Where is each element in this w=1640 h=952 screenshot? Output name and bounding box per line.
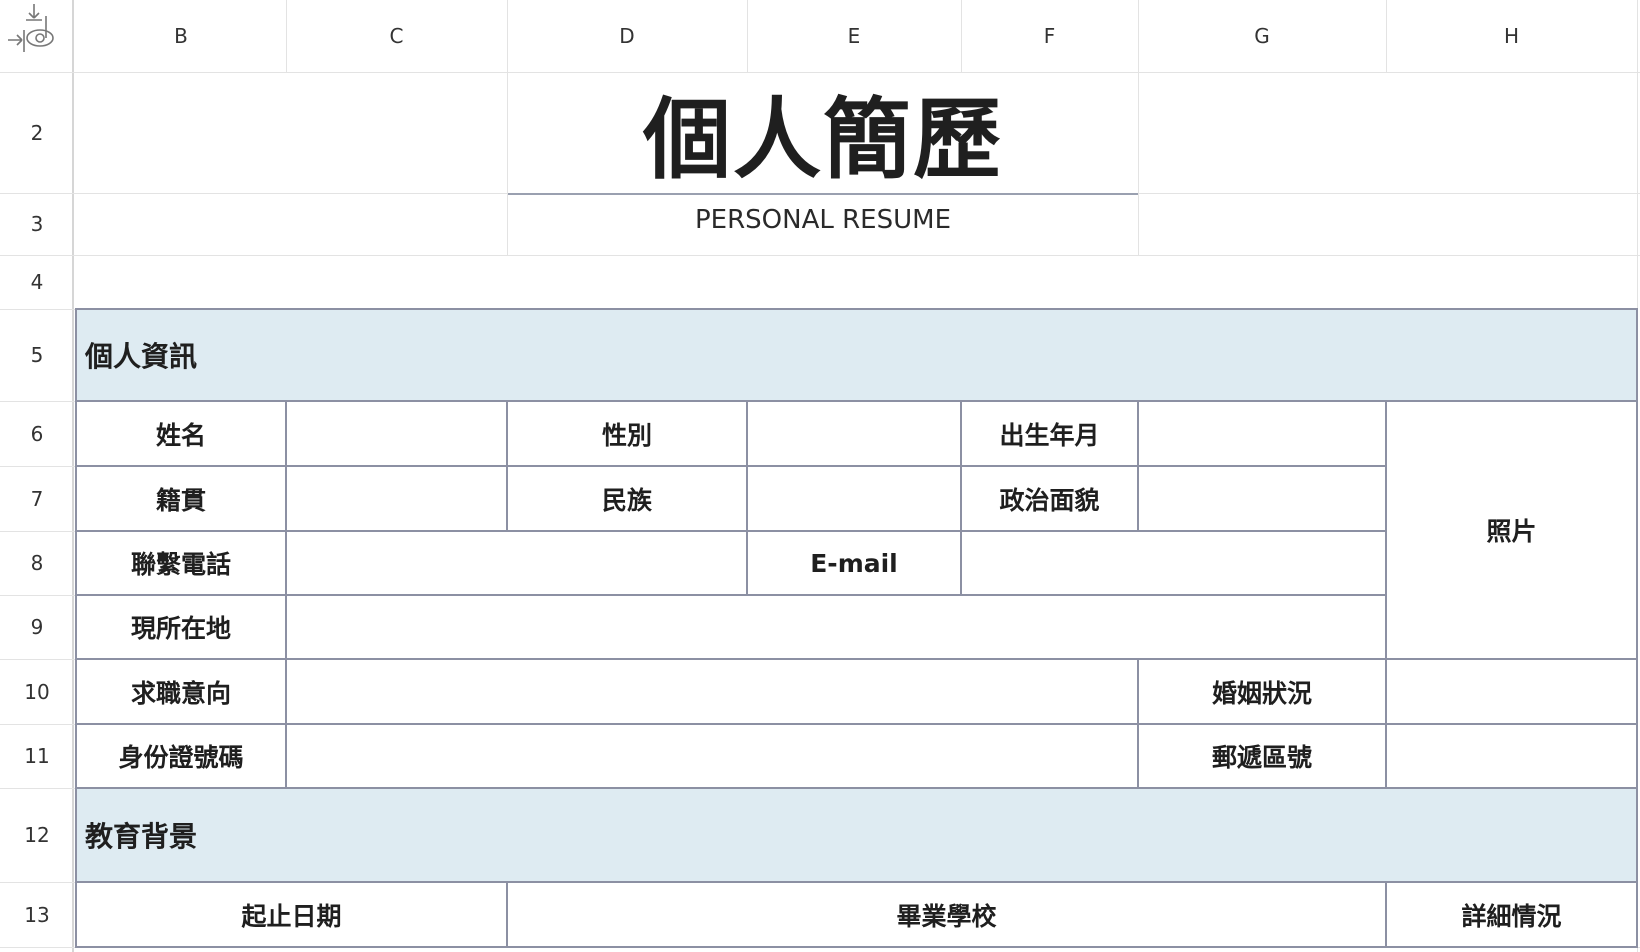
row-header-3[interactable]: 3 <box>0 193 74 255</box>
column-header-e[interactable]: E <box>747 0 961 72</box>
value-gender[interactable] <box>748 401 961 466</box>
gridline <box>1138 193 1640 194</box>
label-ethnicity[interactable]: 民族 <box>507 466 747 531</box>
row-header-2[interactable]: 2 <box>0 72 74 193</box>
row-header-13[interactable]: 13 <box>0 882 74 947</box>
resume-title[interactable]: 個人簡歷 <box>508 72 1138 192</box>
value-birth[interactable] <box>1139 401 1386 466</box>
column-header-b[interactable]: B <box>76 0 286 72</box>
label-marital-status[interactable]: 婚姻狀況 <box>1138 659 1386 724</box>
value-id-number[interactable] <box>287 724 1138 788</box>
label-gender[interactable]: 性別 <box>507 401 747 466</box>
column-header-d[interactable]: D <box>507 0 747 72</box>
row-header-4[interactable]: 4 <box>0 255 74 309</box>
value-phone[interactable] <box>287 531 747 595</box>
label-id-number[interactable]: 身份證號碼 <box>76 724 286 788</box>
column-header-h[interactable]: H <box>1386 0 1637 72</box>
label-job-intention[interactable]: 求職意向 <box>76 659 286 724</box>
gridline <box>0 193 508 194</box>
row-header-9[interactable]: 9 <box>0 595 74 659</box>
photo-cell[interactable]: 照片 <box>1386 401 1637 659</box>
edu-header-school[interactable]: 畢業學校 <box>507 882 1386 947</box>
column-header-g[interactable]: G <box>1138 0 1386 72</box>
value-address[interactable] <box>287 595 1386 659</box>
title-underline <box>508 193 1138 195</box>
edu-header-dates[interactable]: 起止日期 <box>76 882 507 947</box>
row-header-12[interactable]: 12 <box>0 788 74 882</box>
label-postal-code[interactable]: 郵遞區號 <box>1138 724 1386 788</box>
label-address[interactable]: 現所在地 <box>76 595 286 659</box>
value-email[interactable] <box>962 531 1386 595</box>
section-title-personal[interactable]: 個人資訊 <box>85 309 197 401</box>
value-native-place[interactable] <box>287 466 507 531</box>
label-political-status[interactable]: 政治面貌 <box>961 466 1138 531</box>
row-header-11[interactable]: 11 <box>0 724 74 788</box>
row-header-8[interactable]: 8 <box>0 531 74 595</box>
column-header-c[interactable]: C <box>286 0 507 72</box>
label-birth[interactable]: 出生年月 <box>961 401 1138 466</box>
value-ethnicity[interactable] <box>748 466 961 531</box>
row-header-7[interactable]: 7 <box>0 466 74 531</box>
value-political-status[interactable] <box>1139 466 1386 531</box>
section-band-personal <box>76 309 1637 401</box>
value-marital-status[interactable] <box>1387 659 1637 724</box>
value-name[interactable] <box>287 401 507 466</box>
row-header-5[interactable]: 5 <box>0 309 74 401</box>
gridline <box>0 255 1640 256</box>
label-name[interactable]: 姓名 <box>76 401 286 466</box>
spreadsheet-grid[interactable]: B C D E F G H 2 3 4 5 6 7 8 9 10 11 12 1… <box>0 0 1640 952</box>
edu-header-details[interactable]: 詳細情況 <box>1386 882 1637 947</box>
value-job-intention[interactable] <box>287 659 1138 724</box>
view-options-icon[interactable] <box>4 2 64 60</box>
row-header-10[interactable]: 10 <box>0 659 74 724</box>
label-native-place[interactable]: 籍貫 <box>76 466 286 531</box>
section-band-education <box>76 788 1637 882</box>
resume-subtitle[interactable]: PERSONAL RESUME <box>508 196 1138 244</box>
value-postal-code[interactable] <box>1387 724 1637 788</box>
label-phone[interactable]: 聯繫電話 <box>76 531 286 595</box>
row-header-6[interactable]: 6 <box>0 401 74 466</box>
column-header-f[interactable]: F <box>961 0 1138 72</box>
section-title-education[interactable]: 教育背景 <box>85 788 197 882</box>
table-border <box>76 308 1637 310</box>
label-email[interactable]: E-mail <box>747 531 961 595</box>
